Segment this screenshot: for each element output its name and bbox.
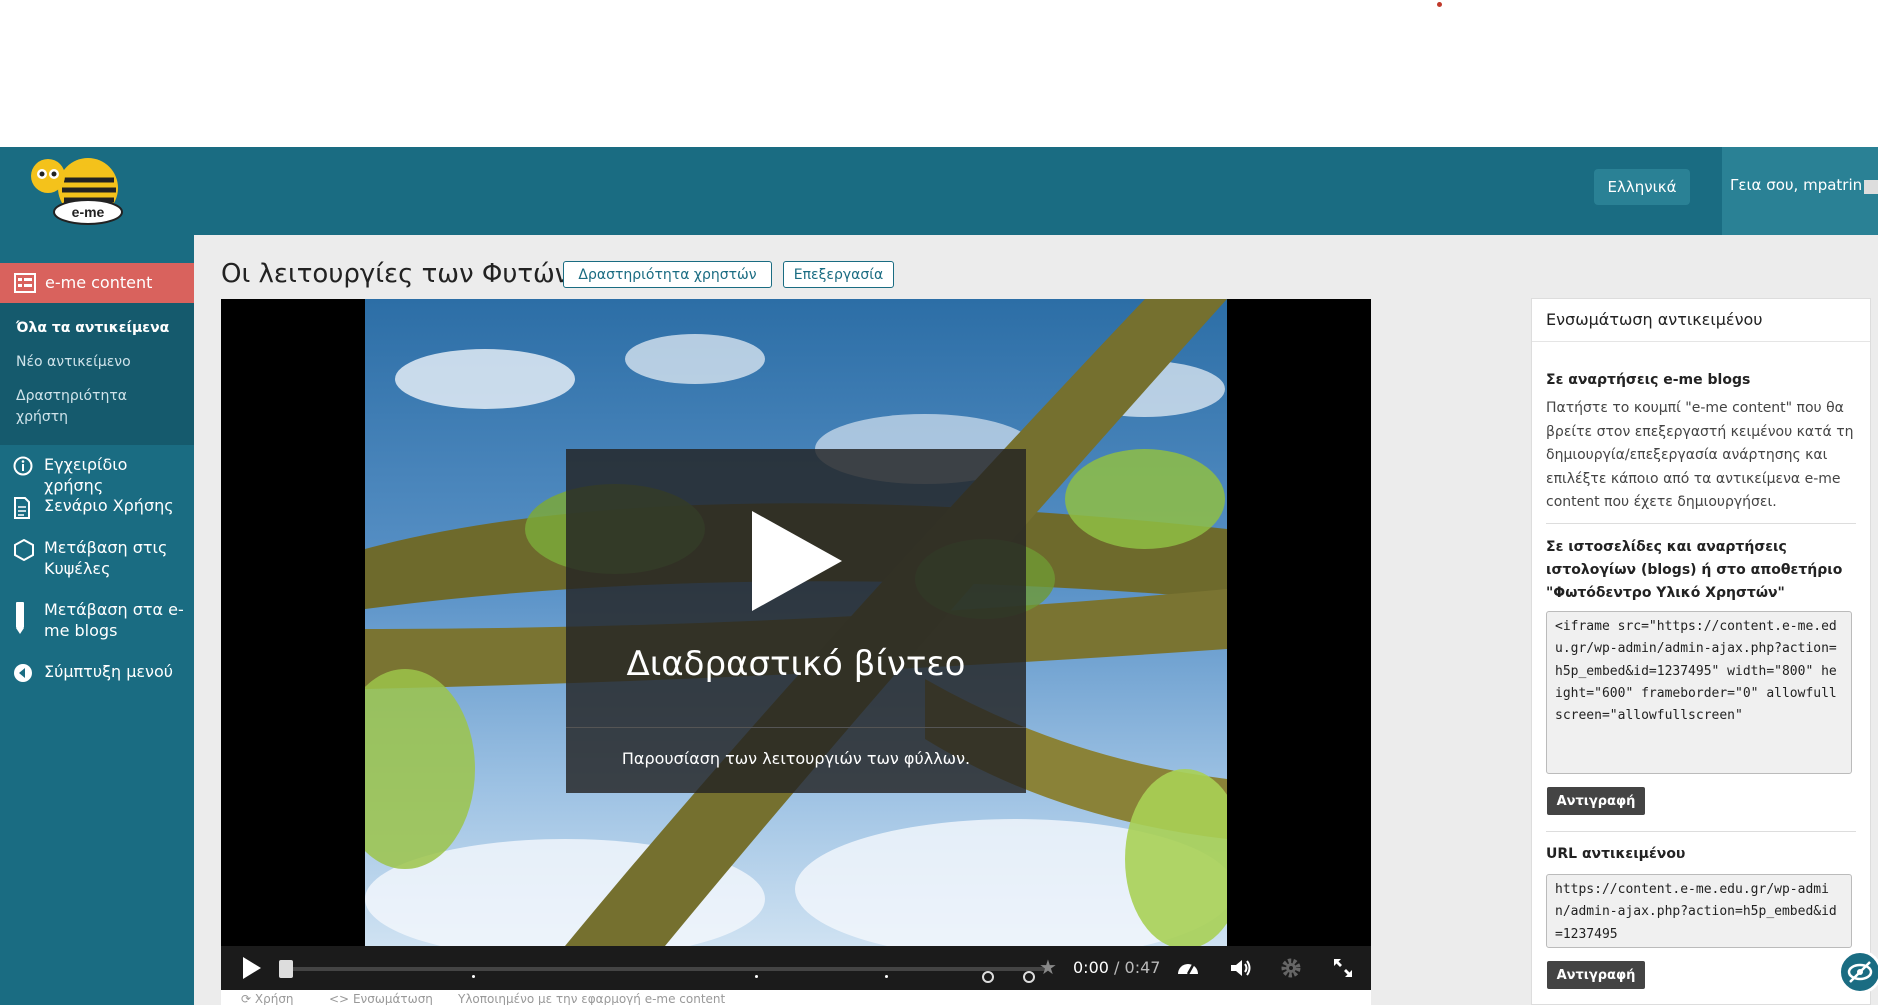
seek-handle[interactable] <box>279 960 293 978</box>
divider <box>1546 831 1856 832</box>
seek-bar[interactable] <box>285 967 1045 983</box>
blogs-heading: Σε αναρτήσεις e-me blogs <box>1546 372 1751 388</box>
divider <box>1532 341 1870 342</box>
embed-label: Ενσωμάτωση <box>352 992 433 1005</box>
interaction-marker[interactable] <box>755 975 758 978</box>
logo-text: e-me <box>72 204 105 220</box>
interaction-marker[interactable] <box>885 975 888 978</box>
copy-iframe-button[interactable]: Αντιγραφή <box>1547 787 1645 815</box>
collapse-left-icon <box>14 664 32 682</box>
e-me-logo[interactable]: e-me <box>18 150 133 228</box>
interaction-marker[interactable] <box>982 971 994 983</box>
video-meta-actions: ⟳ Χρήση <> Ενσωμάτωση Υλοποιημένο με την… <box>221 990 1371 1005</box>
volume-icon[interactable] <box>1228 956 1252 980</box>
reuse-link[interactable]: ⟳ Χρήση <box>241 992 294 1005</box>
reuse-label: Χρήση <box>254 992 294 1005</box>
play-icon[interactable] <box>752 511 842 611</box>
credit-text: Υλοποιημένο με την εφαρμογή e-me content <box>458 992 726 1005</box>
sidebar-item-e-me-content[interactable]: e-me content <box>0 263 194 303</box>
copy-url-button[interactable]: Αντιγραφή <box>1547 961 1645 989</box>
edit-button[interactable]: Επεξεργασία <box>783 261 894 288</box>
star-icon[interactable]: ★ <box>1039 955 1057 979</box>
user-activity-button[interactable]: Δραστηριότητα χρηστών <box>563 261 772 288</box>
video-controls: ★ 0:00 / 0:47 <box>221 946 1371 990</box>
url-textarea[interactable]: https://content.e-me.edu.gr/wp-admin/adm… <box>1546 874 1852 948</box>
overlay-divider <box>566 727 1026 728</box>
time-display: 0:00 / 0:47 <box>1073 958 1160 977</box>
overlay-description: Παρουσίαση των λειτουργιών των φύλλων. <box>621 749 971 768</box>
settings-gear-icon[interactable] <box>1279 956 1303 980</box>
current-time: 0:00 <box>1073 958 1109 977</box>
embed-panel-title: Ενσωμάτωση αντικειμένου <box>1546 310 1763 329</box>
interaction-marker[interactable] <box>1023 971 1035 983</box>
blogs-instructions: Πατήστε το κουμπί "e-me content" που θα … <box>1546 400 1854 510</box>
info-icon <box>13 456 33 476</box>
avatar[interactable] <box>1864 180 1878 194</box>
sidebar-sub-user-activity[interactable]: Δραστηριότητα χρήστη <box>16 386 146 428</box>
play-icon[interactable] <box>243 957 261 979</box>
red-dot-marker <box>1437 2 1442 7</box>
embed-link[interactable]: <> Ενσωμάτωση <box>329 992 433 1005</box>
language-button[interactable]: Ελληνικά <box>1594 169 1690 205</box>
sidebar-item-label: Σύμπτυξη μενού <box>44 662 174 681</box>
duration: / 0:47 <box>1114 958 1161 977</box>
interactive-video-player[interactable]: Διαδραστικό βίντεο Παρουσίαση των λειτου… <box>221 299 1371 946</box>
fullscreen-icon[interactable] <box>1331 956 1355 980</box>
user-greeting[interactable]: Γεια σου, mpatrin <box>1730 176 1862 194</box>
overlay-title: Διαδραστικό βίντεο <box>626 644 966 684</box>
document-icon <box>14 497 30 519</box>
iframe-code-textarea[interactable]: <iframe src="https://content.e-me.edu.gr… <box>1546 611 1852 774</box>
sites-heading: Σε ιστοσελίδες και αναρτήσεις ιστολογίων… <box>1546 539 1843 601</box>
list-icon <box>14 273 36 293</box>
hexagon-icon <box>14 539 34 561</box>
accessibility-toggle-icon[interactable] <box>1838 950 1878 994</box>
sidebar-item-label: Μετάβαση στις Κυψέλες <box>44 538 168 578</box>
video-start-overlay[interactable]: Διαδραστικό βίντεο Παρουσίαση των λειτου… <box>566 449 1026 793</box>
sidebar-sub-all-items[interactable]: Όλα τα αντικείμενα <box>16 318 186 339</box>
page-title: Οι λειτουργίες των Φυτών <box>221 259 570 289</box>
sidebar-item-label: Εγχειρίδιο χρήσης <box>44 455 128 495</box>
divider <box>1546 523 1856 524</box>
interaction-marker[interactable] <box>472 975 475 978</box>
url-heading: URL αντικειμένου <box>1546 846 1686 862</box>
sidebar-item-label: Μετάβαση στα e-me blogs <box>44 600 184 640</box>
sidebar-active-label: e-me content <box>45 273 153 292</box>
sidebar-sub-new-item[interactable]: Νέο αντικείμενο <box>16 352 186 373</box>
sidebar-item-label: Σενάριο Χρήσης <box>44 496 174 515</box>
pencil-icon <box>16 602 24 634</box>
speed-gauge-icon[interactable] <box>1176 956 1200 980</box>
